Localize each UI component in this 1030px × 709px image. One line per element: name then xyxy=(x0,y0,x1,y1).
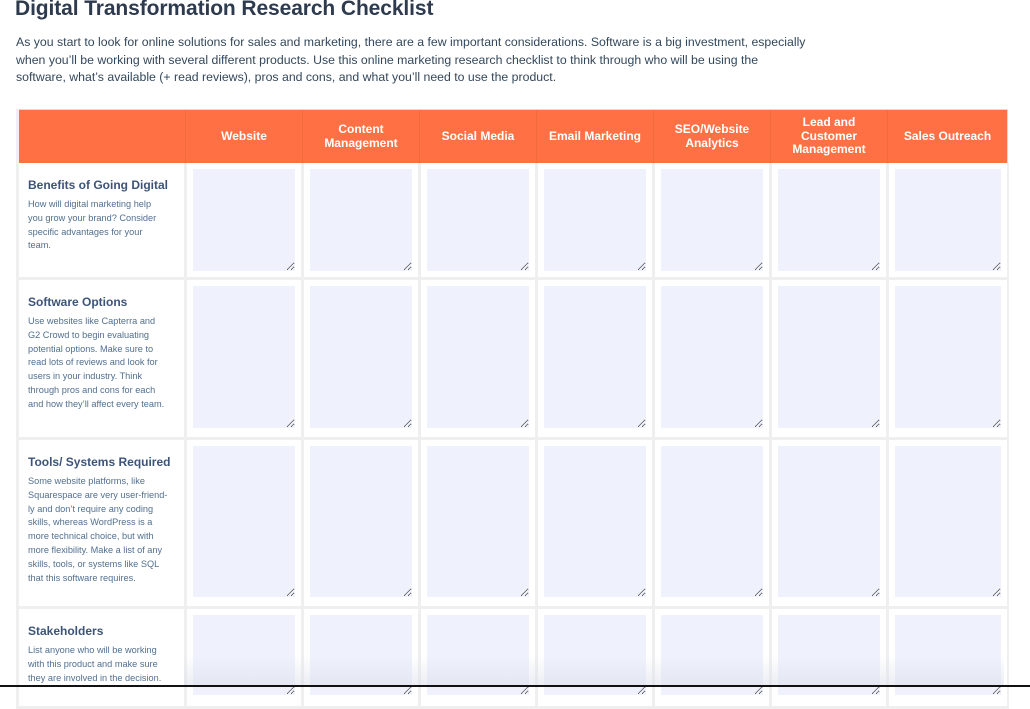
input-cell-website xyxy=(184,607,303,709)
input-cell-social-media xyxy=(418,607,537,709)
table-row-stakeholders: Stakeholders List anyone who will be wor… xyxy=(16,607,1009,709)
row-label-cell: Tools/ Systems Required Some website pla… xyxy=(16,438,186,609)
row-label-cell: Stakeholders List anyone who will be wor… xyxy=(16,607,186,709)
input-cell-social-media xyxy=(418,163,537,280)
table-header-row: Website Content Management Social Media … xyxy=(16,109,1008,163)
research-checklist-table: Website Content Management Social Media … xyxy=(16,109,1009,709)
tools-seo-analytics-field[interactable] xyxy=(661,446,763,597)
tools-website-field[interactable] xyxy=(193,446,295,597)
stakeholders-email-marketing-field[interactable] xyxy=(544,615,646,695)
input-cell-website xyxy=(184,278,303,440)
tools-social-media-field[interactable] xyxy=(427,446,529,597)
benefits-website-field[interactable] xyxy=(193,169,295,271)
input-cell-lead-customer xyxy=(769,278,888,440)
software-social-media-field[interactable] xyxy=(427,286,529,428)
input-cell-sales-outreach xyxy=(886,438,1009,609)
software-content-management-field[interactable] xyxy=(310,286,412,428)
input-cell-social-media xyxy=(418,278,537,440)
benefits-email-marketing-field[interactable] xyxy=(544,169,646,271)
software-email-marketing-field[interactable] xyxy=(544,286,646,428)
row-title: Tools/ Systems Required xyxy=(28,455,171,469)
row-title: Software Options xyxy=(28,295,128,309)
row-description: Some website platforms, like Squarespace… xyxy=(28,476,168,583)
column-header-website: Website xyxy=(185,109,303,163)
input-cell-sales-outreach xyxy=(886,278,1009,440)
page-title: Digital Transformation Research Checklis… xyxy=(15,0,434,20)
input-cell-lead-customer xyxy=(769,163,888,280)
stakeholders-social-media-field[interactable] xyxy=(427,615,529,695)
column-header-lead-customer-management: Lead and Customer Management xyxy=(770,109,888,163)
table-row-tools-systems-required: Tools/ Systems Required Some website pla… xyxy=(16,438,1009,609)
stakeholders-seo-analytics-field[interactable] xyxy=(661,615,763,695)
tools-sales-outreach-field[interactable] xyxy=(895,446,1001,597)
row-label-cell: Benefits of Going Digital How will digit… xyxy=(16,163,186,280)
input-cell-website xyxy=(184,163,303,280)
column-header-blank xyxy=(16,109,186,163)
input-cell-email-marketing xyxy=(535,163,654,280)
input-cell-seo-analytics xyxy=(652,438,771,609)
input-cell-seo-analytics xyxy=(652,278,771,440)
intro-line: when you’ll be working with several diff… xyxy=(16,52,759,67)
stakeholders-website-field[interactable] xyxy=(193,615,295,695)
row-title: Benefits of Going Digital xyxy=(28,178,168,192)
row-title: Stakeholders xyxy=(28,624,104,638)
benefits-social-media-field[interactable] xyxy=(427,169,529,271)
benefits-seo-analytics-field[interactable] xyxy=(661,169,763,271)
software-seo-analytics-field[interactable] xyxy=(661,286,763,428)
stakeholders-lead-customer-field[interactable] xyxy=(778,615,880,695)
intro-paragraph: As you start to look for online solution… xyxy=(16,34,846,87)
tools-email-marketing-field[interactable] xyxy=(544,446,646,597)
table-row-software-options: Software Options Use websites like Capte… xyxy=(16,278,1009,440)
row-description: How will digital marketing help you grow… xyxy=(28,199,157,251)
input-cell-sales-outreach xyxy=(886,607,1009,709)
input-cell-website xyxy=(184,438,303,609)
software-website-field[interactable] xyxy=(193,286,295,428)
tools-lead-customer-field[interactable] xyxy=(778,446,880,597)
stakeholders-content-management-field[interactable] xyxy=(310,615,412,695)
column-header-social-media: Social Media xyxy=(419,109,537,163)
table-row-benefits-of-going-digital: Benefits of Going Digital How will digit… xyxy=(16,163,1009,280)
row-description: Use websites like Capterra and G2 Crowd … xyxy=(28,316,165,409)
row-description: List anyone who will be working with thi… xyxy=(28,645,162,683)
software-lead-customer-field[interactable] xyxy=(778,286,880,428)
benefits-sales-outreach-field[interactable] xyxy=(895,169,1001,271)
input-cell-email-marketing xyxy=(535,438,654,609)
input-cell-content-management xyxy=(301,438,420,609)
input-cell-content-management xyxy=(301,607,420,709)
column-header-email-marketing: Email Marketing xyxy=(536,109,654,163)
column-header-content-management: Content Management xyxy=(302,109,420,163)
software-sales-outreach-field[interactable] xyxy=(895,286,1001,428)
input-cell-lead-customer xyxy=(769,607,888,709)
row-label-cell: Software Options Use websites like Capte… xyxy=(16,278,186,440)
input-cell-social-media xyxy=(418,438,537,609)
input-cell-email-marketing xyxy=(535,278,654,440)
stakeholders-sales-outreach-field[interactable] xyxy=(895,615,1001,695)
input-cell-seo-analytics xyxy=(652,607,771,709)
column-header-seo-website-analytics: SEO/Website Analytics xyxy=(653,109,771,163)
input-cell-email-marketing xyxy=(535,607,654,709)
benefits-lead-customer-field[interactable] xyxy=(778,169,880,271)
column-header-sales-outreach: Sales Outreach xyxy=(887,109,1008,163)
input-cell-lead-customer xyxy=(769,438,888,609)
intro-line: As you start to look for online solution… xyxy=(16,35,806,49)
input-cell-seo-analytics xyxy=(652,163,771,280)
input-cell-sales-outreach xyxy=(886,163,1009,280)
input-cell-content-management xyxy=(301,163,420,280)
tools-content-management-field[interactable] xyxy=(310,446,412,597)
intro-line: software, what’s available (+ read revie… xyxy=(16,70,557,85)
benefits-content-management-field[interactable] xyxy=(310,169,412,271)
input-cell-content-management xyxy=(301,278,420,440)
